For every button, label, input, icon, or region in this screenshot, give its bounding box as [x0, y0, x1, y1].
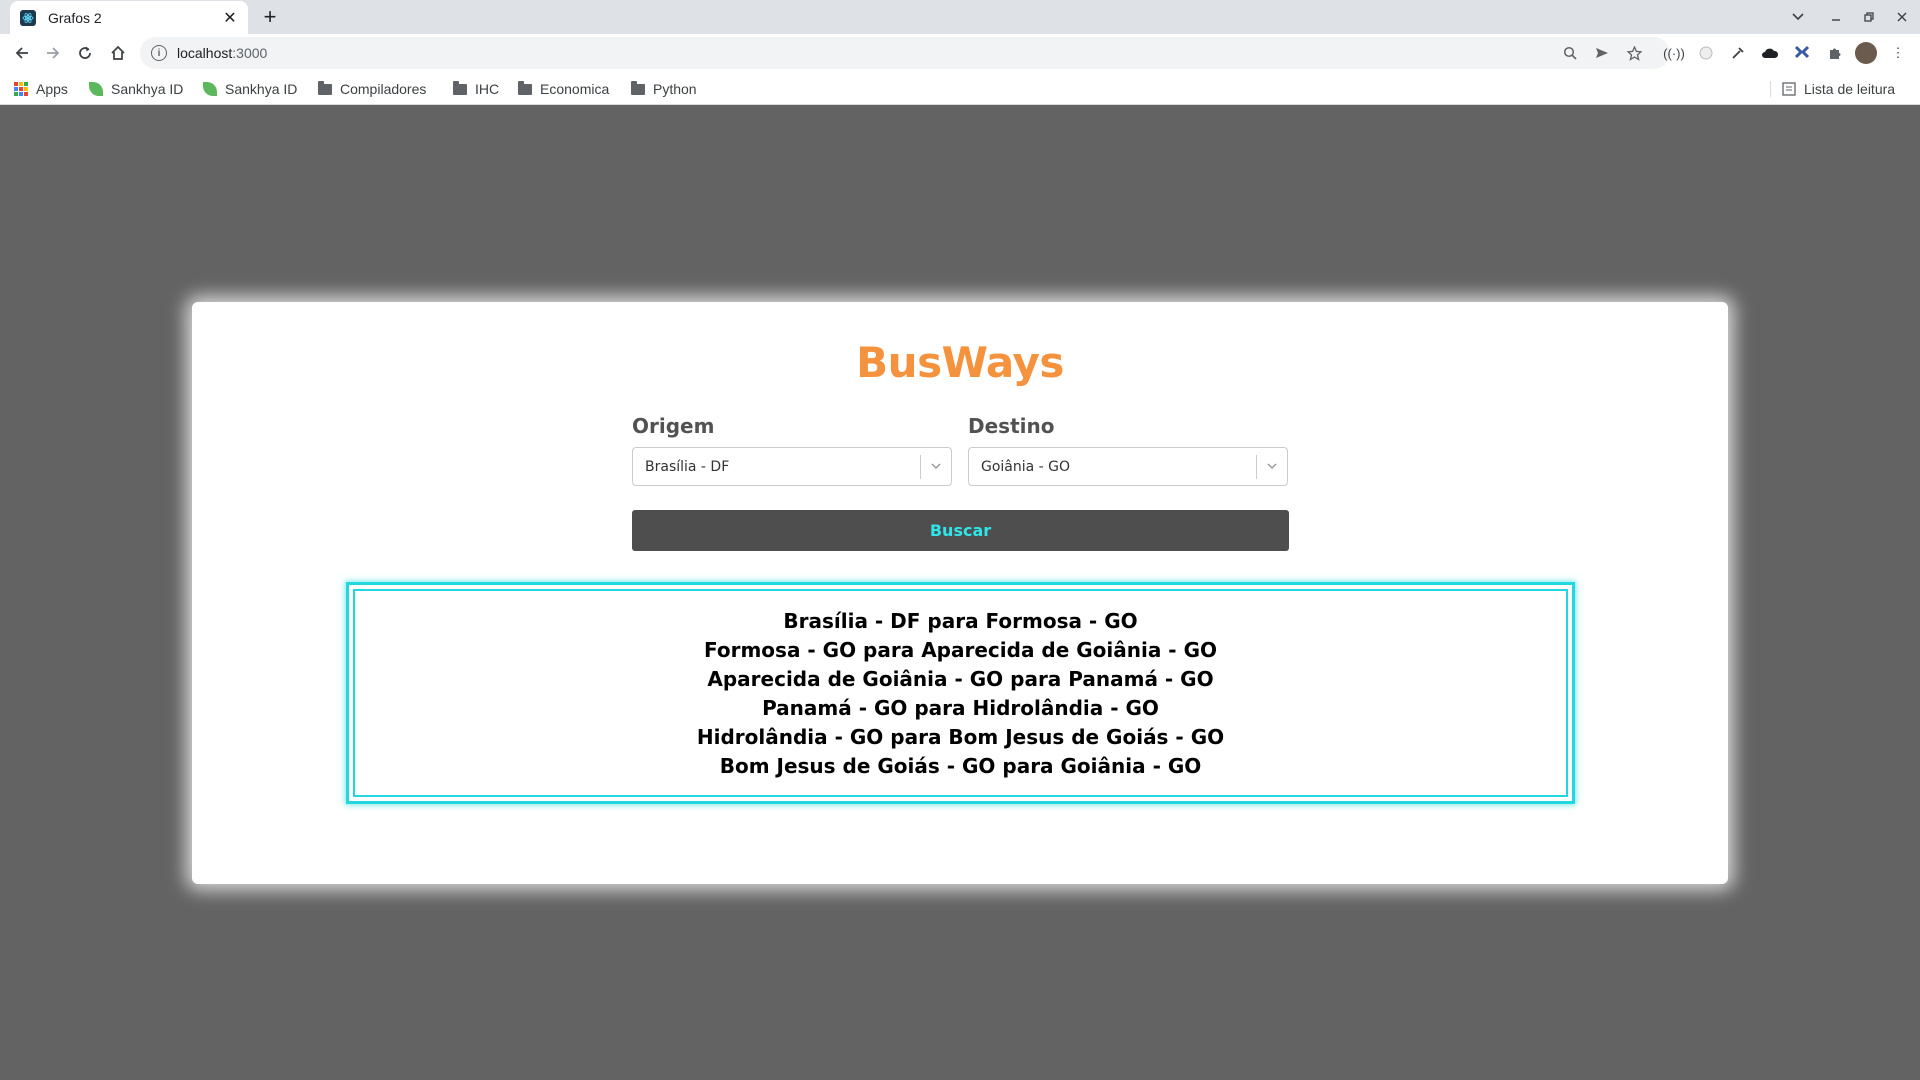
sankhya-leaf-icon: [202, 81, 218, 97]
cloud-extension-icon[interactable]: [1760, 43, 1780, 63]
bookmark-label: Python: [653, 81, 697, 97]
reading-list-button[interactable]: Lista de leitura: [1781, 79, 1895, 99]
chevron-down-icon[interactable]: [921, 447, 951, 486]
route-step: Aparecida de Goiânia - GO para Panamá - …: [707, 667, 1214, 691]
bookmark-sankhya-id-2[interactable]: Sankhya ID: [202, 79, 297, 99]
bookmark-label: IHC: [475, 81, 500, 97]
reload-icon[interactable]: [72, 40, 98, 66]
folder-icon: [517, 80, 533, 97]
destination-label: Destino: [968, 414, 1055, 438]
destination-value: Goiânia - GO: [981, 458, 1071, 475]
route-step: Formosa - GO para Aparecida de Goiânia -…: [704, 638, 1217, 662]
forward-arrow-icon[interactable]: [40, 40, 66, 66]
tab-search-chevron-icon[interactable]: [1786, 5, 1810, 29]
bookmark-label: Sankhya ID: [225, 81, 298, 97]
extensions-puzzle-icon[interactable]: [1824, 43, 1844, 63]
address-bar[interactable]: i localhost:3000: [140, 37, 1670, 69]
route-list: Brasília - DF para Formosa - GO Formosa …: [353, 589, 1568, 797]
destination-select[interactable]: Goiânia - GO: [968, 447, 1288, 486]
bookmarks-divider: [1770, 81, 1771, 97]
folder-icon: [317, 80, 333, 97]
tab-strip: Grafos 2 ✕ +: [0, 0, 1920, 34]
route-step: Bom Jesus de Goiás - GO para Goiânia - G…: [719, 754, 1202, 778]
folder-icon: [630, 80, 646, 97]
bookmark-label: Compiladores: [340, 81, 427, 97]
bookmarks-bar: Apps Sankhya ID Sankhya ID Compiladores …: [0, 72, 1920, 105]
sankhya-leaf-icon: [88, 81, 104, 97]
close-window-icon[interactable]: [1890, 5, 1914, 29]
profile-avatar[interactable]: [1855, 42, 1877, 64]
react-favicon-icon: [20, 9, 36, 26]
back-arrow-icon[interactable]: [9, 40, 35, 66]
site-info-icon[interactable]: i: [151, 45, 167, 61]
apps-grid-icon: [13, 81, 29, 97]
bookmark-folder-ihc[interactable]: IHC: [452, 79, 499, 99]
bookmark-label: Economica: [540, 81, 610, 97]
eyedropper-icon[interactable]: [1728, 43, 1748, 63]
main-card: BusWays Origem Brasília - DF Destino Goi…: [192, 302, 1728, 884]
url-text: localhost:3000: [177, 45, 268, 61]
app-logo: BusWays: [856, 338, 1064, 387]
folder-icon: [452, 80, 468, 97]
bookmark-folder-economica[interactable]: Economica: [517, 79, 609, 99]
extension-circle-icon[interactable]: [1696, 43, 1716, 63]
origin-label: Origem: [632, 414, 715, 438]
route-step: Panamá - GO para Hidrolândia - GO: [762, 696, 1159, 720]
browser-tab[interactable]: Grafos 2 ✕: [10, 1, 248, 34]
bookmark-star-icon[interactable]: [1624, 43, 1644, 63]
reading-list-icon: [1781, 81, 1797, 97]
bookmark-apps[interactable]: Apps: [13, 79, 68, 99]
close-tab-icon[interactable]: ✕: [220, 8, 240, 28]
route-result-box: Brasília - DF para Formosa - GO Formosa …: [346, 582, 1575, 804]
tab-title: Grafos 2: [48, 9, 102, 26]
reading-list-label: Lista de leitura: [1804, 81, 1896, 97]
page-background: BusWays Origem Brasília - DF Destino Goi…: [0, 105, 1920, 1080]
bookmark-label: Sankhya ID: [111, 81, 184, 97]
extension-wave-icon[interactable]: ((·)): [1663, 43, 1685, 63]
search-button[interactable]: Buscar: [632, 510, 1289, 551]
minimize-icon[interactable]: [1824, 5, 1848, 29]
menu-kebab-icon[interactable]: ⋮: [1888, 43, 1908, 63]
new-tab-button[interactable]: +: [258, 4, 282, 29]
bookmark-folder-compiladores[interactable]: Compiladores: [317, 79, 426, 99]
chevron-down-icon[interactable]: [1257, 447, 1287, 486]
zoom-icon[interactable]: [1560, 43, 1580, 63]
restore-icon[interactable]: [1857, 5, 1881, 29]
bookmark-folder-python[interactable]: Python: [630, 79, 697, 99]
home-icon[interactable]: [105, 40, 131, 66]
route-step: Brasília - DF para Formosa - GO: [783, 609, 1138, 633]
bookmark-sankhya-id[interactable]: Sankhya ID: [88, 79, 183, 99]
send-icon[interactable]: [1592, 43, 1612, 63]
bookmark-label: Apps: [36, 81, 68, 97]
puzzle-blue-extension-icon[interactable]: [1792, 43, 1812, 63]
browser-toolbar: i localhost:3000 ((·)) ⋮: [0, 34, 1920, 72]
route-step: Hidrolândia - GO para Bom Jesus de Goiás…: [696, 725, 1225, 749]
origin-select[interactable]: Brasília - DF: [632, 447, 952, 486]
origin-value: Brasília - DF: [645, 458, 730, 475]
